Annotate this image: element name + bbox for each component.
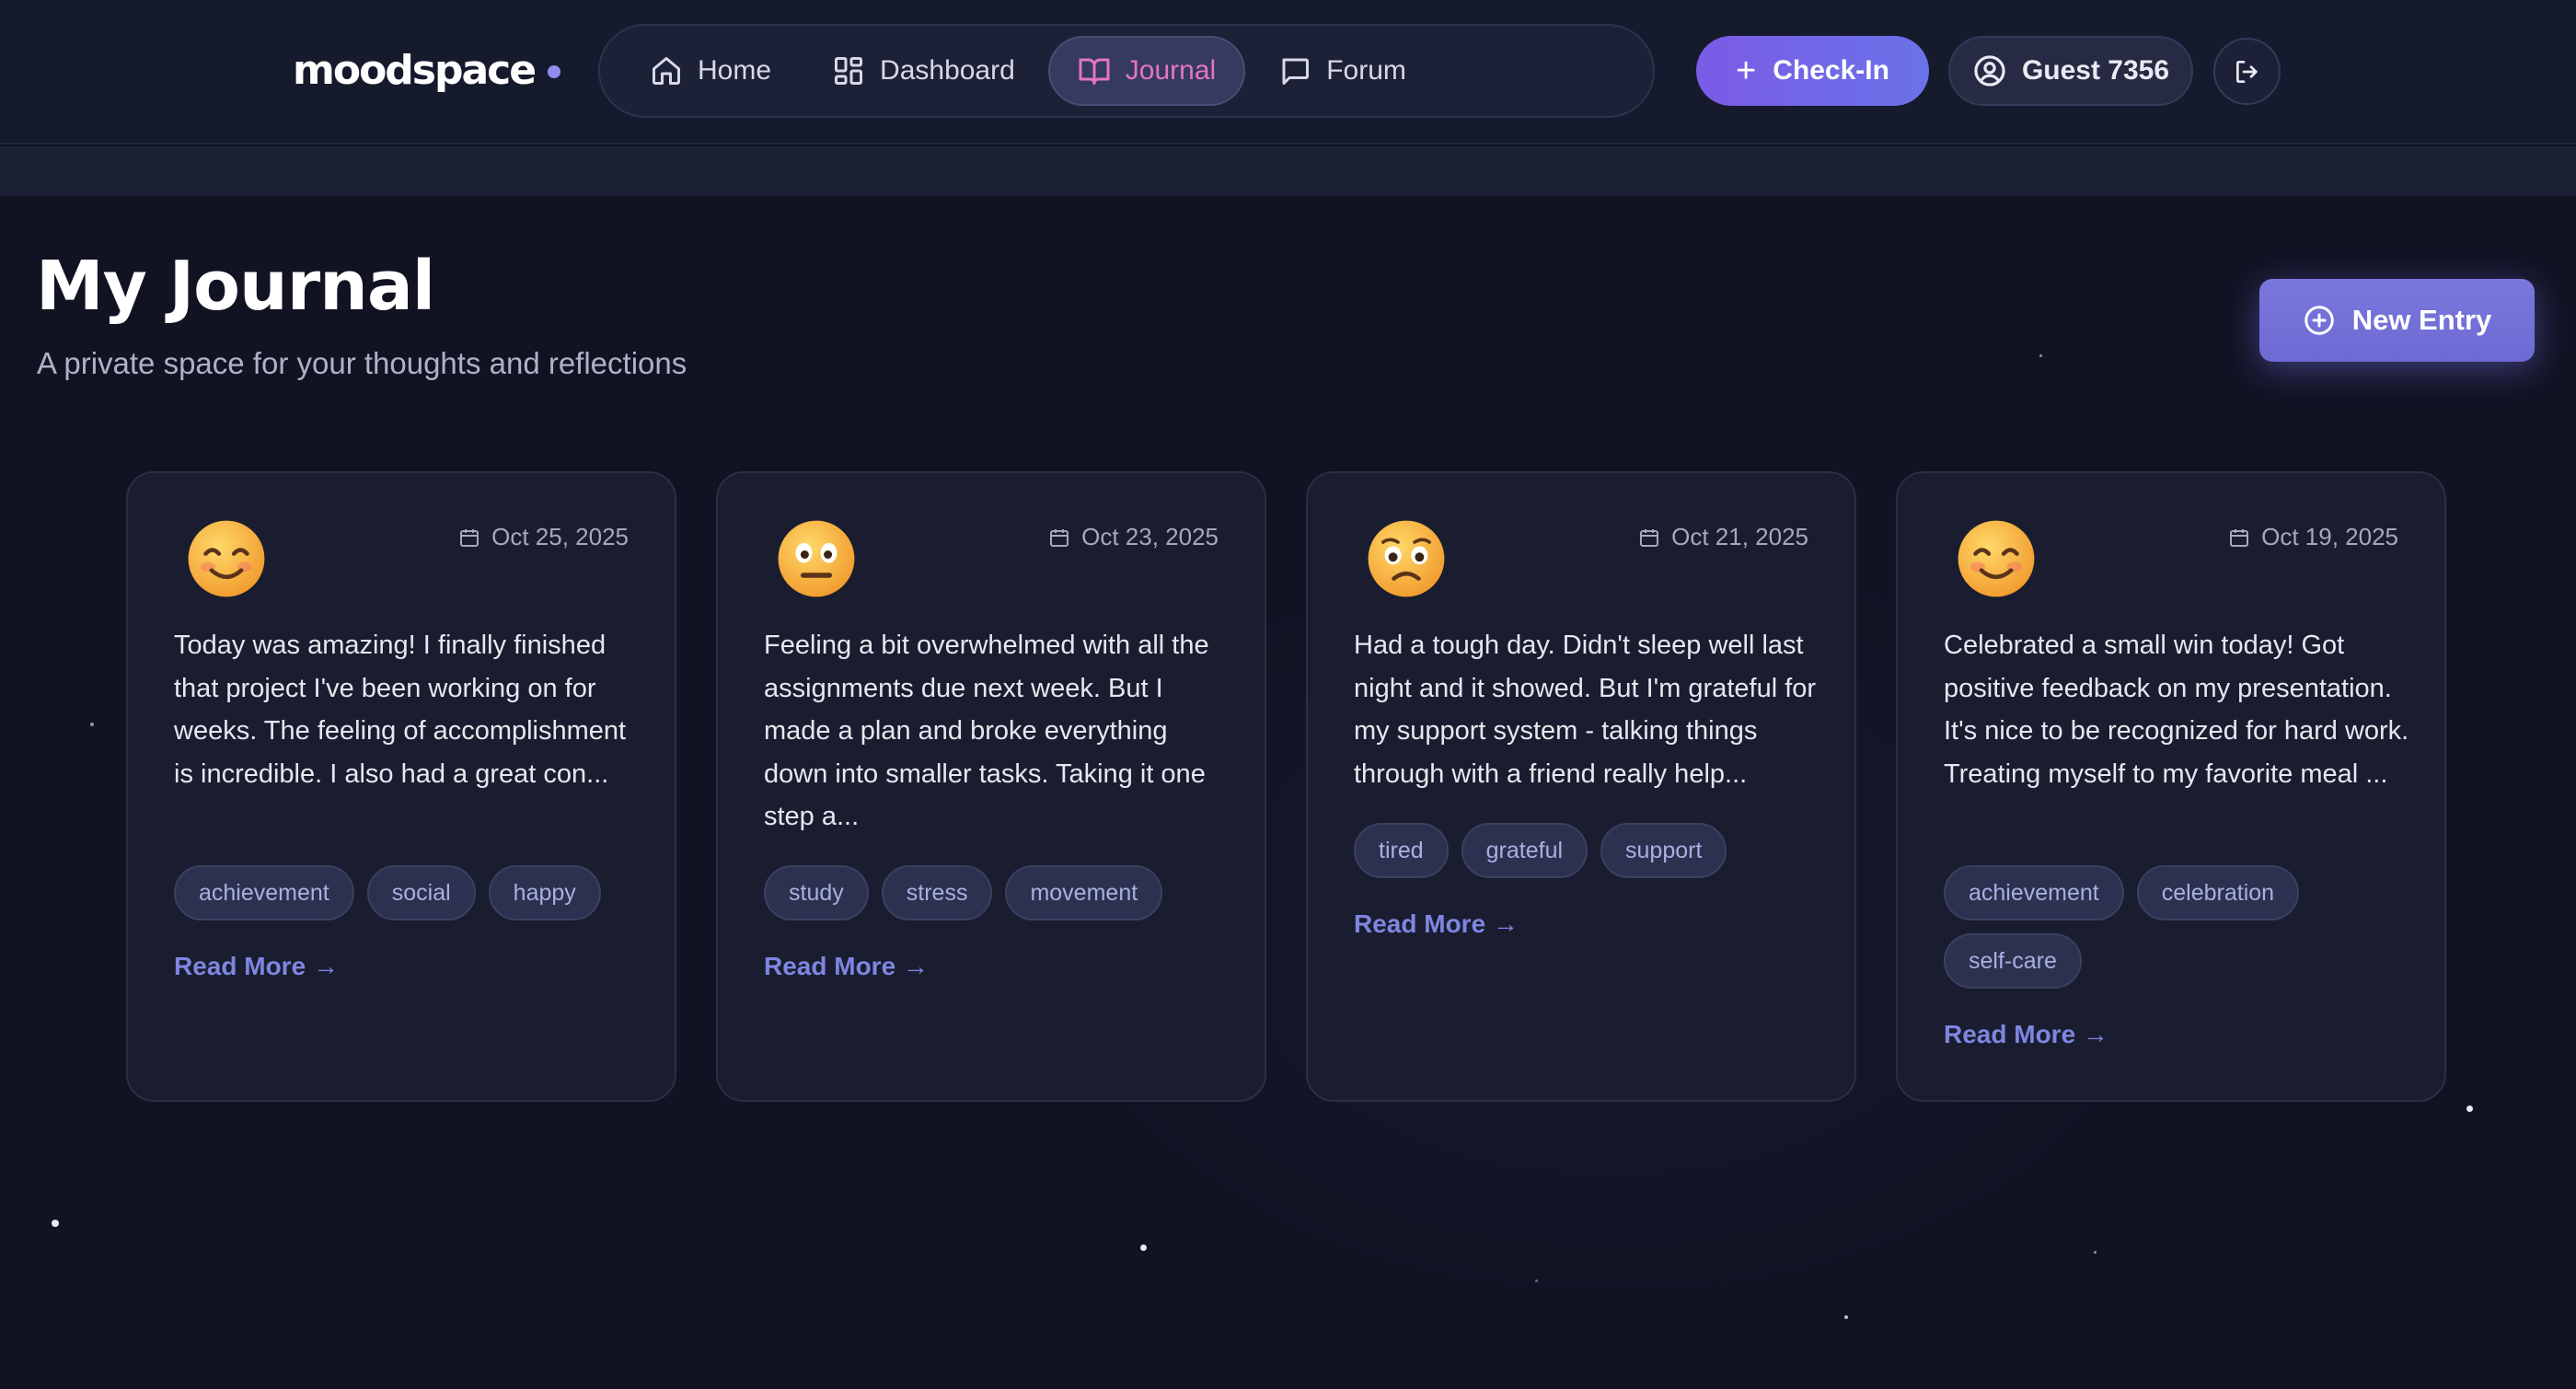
tag-list: achievement celebration self-care bbox=[1944, 865, 2422, 1001]
journal-entry-card[interactable]: Oct 19, 2025 Celebrated a small win toda… bbox=[1896, 471, 2446, 1102]
tag[interactable]: tired bbox=[1354, 823, 1449, 878]
tag[interactable]: self-care bbox=[1944, 933, 2082, 989]
nav-item-dashboard[interactable]: Dashboard bbox=[804, 36, 1043, 106]
nav-label: Home bbox=[698, 55, 772, 86]
tag[interactable]: stress bbox=[881, 865, 993, 920]
message-icon bbox=[1282, 58, 1310, 85]
tag-list: achievement social happy bbox=[174, 865, 653, 933]
top-navbar: moodspace Home Dashboard Journal Forum + bbox=[0, 0, 2576, 145]
plus-icon: + bbox=[1736, 51, 1757, 90]
tag[interactable]: achievement bbox=[1944, 865, 2124, 920]
tag[interactable]: social bbox=[366, 865, 476, 920]
entry-preview: Today was amazing! I finally finished th… bbox=[174, 631, 627, 789]
user-circle-icon bbox=[1974, 55, 2005, 87]
star bbox=[1140, 1244, 1147, 1251]
entry-date-text: Oct 19, 2025 bbox=[2261, 523, 2398, 550]
sub-header-bar bbox=[0, 146, 2576, 196]
star bbox=[1844, 1315, 1848, 1319]
new-entry-label: New Entry bbox=[2351, 304, 2492, 336]
star bbox=[1535, 1279, 1538, 1282]
star bbox=[2466, 1105, 2473, 1112]
entry-date-text: Oct 25, 2025 bbox=[491, 523, 629, 550]
check-in-label: Check-In bbox=[1773, 55, 1889, 86]
calendar-icon bbox=[1050, 528, 1069, 547]
page: moodspace Home Dashboard Journal Forum + bbox=[0, 0, 2576, 1389]
entry-date: Oct 19, 2025 bbox=[2228, 523, 2398, 551]
calendar-icon bbox=[2230, 528, 2249, 547]
logo[interactable]: moodspace bbox=[293, 42, 561, 98]
entry-date: Oct 23, 2025 bbox=[1048, 523, 1219, 551]
entry-date: Oct 21, 2025 bbox=[1638, 523, 1808, 551]
guest-name: Guest 7356 bbox=[2021, 55, 2170, 86]
nav-label: Dashboard bbox=[880, 55, 1015, 86]
check-in-button[interactable]: + Check-In bbox=[1696, 36, 1929, 106]
star bbox=[90, 723, 94, 726]
read-more-link[interactable]: Read More → bbox=[174, 952, 339, 981]
book-icon bbox=[1079, 58, 1110, 85]
star bbox=[52, 1220, 59, 1227]
tag[interactable]: support bbox=[1600, 823, 1727, 878]
dashboard-icon bbox=[835, 57, 863, 85]
entry-date: Oct 25, 2025 bbox=[458, 523, 629, 551]
calendar-icon bbox=[1640, 528, 1659, 547]
worried-face-icon bbox=[1368, 520, 1445, 597]
read-more-link[interactable]: Read More → bbox=[764, 952, 929, 981]
read-more-link[interactable]: Read More → bbox=[1944, 1020, 2108, 1049]
star bbox=[2039, 354, 2042, 357]
tag[interactable]: happy bbox=[488, 865, 601, 920]
tag-list: tired grateful support bbox=[1354, 823, 1832, 891]
logout-icon bbox=[2235, 60, 2258, 83]
entry-date-text: Oct 23, 2025 bbox=[1081, 523, 1219, 550]
neutral-face-icon bbox=[778, 520, 855, 597]
logo-text: moodspace bbox=[293, 46, 537, 94]
entry-preview: Had a tough day. Didn't sleep well last … bbox=[1354, 631, 1817, 789]
page-subtitle: A private space for your thoughts and re… bbox=[37, 346, 687, 380]
star bbox=[2094, 1251, 2097, 1254]
journal-entry-card[interactable]: Oct 25, 2025 Today was amazing! I finall… bbox=[126, 471, 676, 1102]
read-more-link[interactable]: Read More → bbox=[1354, 909, 1519, 939]
smiling-face-icon bbox=[1958, 520, 2035, 597]
smiling-face-icon bbox=[188, 520, 265, 597]
entry-preview: Feeling a bit overwhelmed with all the a… bbox=[764, 631, 1209, 831]
user-menu-button[interactable]: Guest 7356 bbox=[1948, 36, 2193, 106]
journal-entry-card[interactable]: Oct 23, 2025 Feeling a bit overwhelmed w… bbox=[716, 471, 1266, 1102]
tag[interactable]: celebration bbox=[2136, 865, 2300, 920]
logo-dot bbox=[548, 65, 561, 78]
calendar-icon bbox=[460, 528, 479, 547]
nav-item-journal[interactable]: Journal bbox=[1047, 36, 1246, 106]
nav-item-forum[interactable]: Forum bbox=[1251, 36, 1434, 106]
main-nav: Home Dashboard Journal Forum bbox=[598, 24, 1655, 118]
plus-circle-icon bbox=[2304, 306, 2334, 335]
tag-list: study stress movement bbox=[764, 865, 1242, 933]
nav-label: Journal bbox=[1125, 55, 1217, 86]
tag[interactable]: grateful bbox=[1461, 823, 1588, 878]
new-entry-button[interactable]: New Entry bbox=[2259, 279, 2535, 362]
entry-date-text: Oct 21, 2025 bbox=[1671, 523, 1808, 550]
tag[interactable]: achievement bbox=[174, 865, 354, 920]
nav-item-home[interactable]: Home bbox=[622, 36, 799, 106]
entry-preview: Celebrated a small win today! Got positi… bbox=[1944, 631, 2409, 789]
home-icon bbox=[653, 57, 680, 85]
tag[interactable]: study bbox=[764, 865, 869, 920]
journal-entry-card[interactable]: Oct 21, 2025 Had a tough day. Didn't sle… bbox=[1306, 471, 1856, 1102]
page-title: My Journal bbox=[36, 247, 435, 326]
nav-label: Forum bbox=[1326, 55, 1406, 86]
logout-button[interactable] bbox=[2213, 38, 2281, 105]
tag[interactable]: movement bbox=[1005, 865, 1163, 920]
